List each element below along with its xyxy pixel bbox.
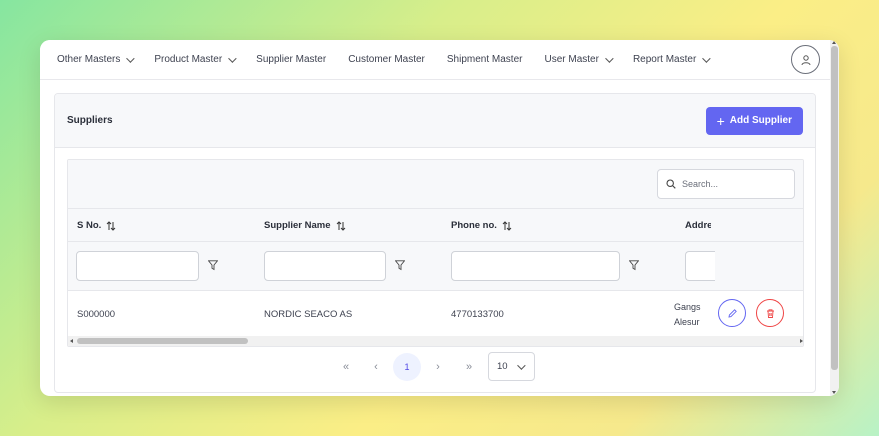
nav-user-master[interactable]: User Master: [544, 53, 614, 65]
table-row[interactable]: S000000 NORDIC SEACO AS 4770133700 Gangs…: [68, 291, 803, 336]
column-label: S No.: [77, 220, 102, 231]
top-navbar: Other Masters Product Master Supplier Ma…: [40, 40, 830, 80]
nav-report-master[interactable]: Report Master: [632, 53, 711, 65]
edit-button[interactable]: [718, 299, 746, 327]
add-supplier-button[interactable]: + Add Supplier: [705, 106, 803, 135]
sno-filter-input[interactable]: [76, 251, 199, 281]
card-header: Suppliers + Add Supplier: [55, 94, 815, 148]
sort-icon: [336, 220, 345, 231]
horizontal-scrollbar[interactable]: [68, 336, 803, 346]
table-header: S No. Supplier Name Phone no. Addre: [68, 209, 803, 242]
nav-shipment-master[interactable]: Shipment Master: [447, 54, 523, 65]
nav-item-label: Product Master: [154, 54, 223, 65]
plus-icon: +: [716, 112, 725, 129]
first-page-button[interactable]: «: [332, 353, 360, 381]
suppliers-table: Search... S No. Supplier Name Phone no. …: [67, 159, 804, 347]
sort-icon: [502, 220, 512, 231]
scroll-left-icon[interactable]: [70, 339, 73, 343]
scrollbar-thumb[interactable]: [77, 338, 248, 344]
nav-item-label: Other Masters: [57, 54, 121, 65]
search-placeholder: Search...: [682, 179, 719, 189]
rows-per-page-select[interactable]: 10: [488, 352, 535, 381]
address-line: Gangs: [674, 302, 701, 312]
nav-supplier-master[interactable]: Supplier Master: [256, 54, 326, 65]
nav-item-label: Shipment Master: [446, 54, 523, 65]
supplier-name-filter-input[interactable]: [264, 251, 386, 281]
vertical-scrollbar[interactable]: [830, 40, 839, 396]
last-page-button[interactable]: »: [455, 353, 483, 381]
cell-phone: 4770133700: [451, 309, 504, 320]
column-label: Supplier Name: [264, 220, 331, 231]
pagination: « ‹ 1 › » 10: [55, 352, 815, 382]
cell-sno: S000000: [77, 309, 116, 320]
chevron-down-icon: [702, 53, 711, 63]
nav-other-masters[interactable]: Other Masters: [57, 53, 136, 65]
page-title: Suppliers: [67, 115, 113, 126]
nav-product-master[interactable]: Product Master: [154, 53, 237, 65]
add-supplier-label: Add Supplier: [729, 115, 792, 126]
next-page-button[interactable]: ›: [424, 353, 452, 381]
chevron-down-icon: [605, 53, 614, 63]
scroll-right-icon[interactable]: [800, 339, 803, 343]
cell-address: Gangs Alesur: [674, 300, 702, 330]
nav-customer-master[interactable]: Customer Master: [348, 54, 425, 65]
trash-icon: [766, 308, 774, 318]
nav-item-label: Report Master: [632, 54, 697, 65]
filter-icon[interactable]: [208, 260, 218, 271]
delete-button[interactable]: [756, 299, 784, 327]
column-header-address[interactable]: Addre: [685, 209, 711, 242]
rows-per-page-value: 10: [497, 361, 508, 372]
suppliers-card: Suppliers + Add Supplier Search... S No.: [54, 93, 816, 393]
search-input[interactable]: Search...: [657, 169, 795, 199]
scroll-down-icon[interactable]: [832, 391, 836, 394]
filter-icon[interactable]: [395, 260, 405, 271]
prev-page-button[interactable]: ‹: [362, 353, 390, 381]
chevron-down-icon: [228, 53, 237, 63]
scroll-up-icon[interactable]: [832, 41, 836, 44]
address-filter-input[interactable]: [685, 251, 715, 281]
chevron-down-icon: [126, 53, 136, 63]
avatar-button[interactable]: [791, 45, 820, 74]
column-label: Addre: [685, 220, 711, 231]
sort-icon: [106, 220, 116, 231]
column-header-sno[interactable]: S No.: [77, 209, 116, 242]
column-header-supplier-name[interactable]: Supplier Name: [264, 209, 346, 242]
scrollbar-thumb[interactable]: [831, 46, 838, 370]
table-toolbar: Search...: [68, 160, 803, 209]
nav-item-label: User Master: [544, 54, 599, 65]
nav-item-label: Supplier Master: [256, 54, 327, 65]
address-line: Alesur: [674, 317, 700, 327]
phone-filter-input[interactable]: [451, 251, 620, 281]
page-button[interactable]: 1: [393, 353, 421, 381]
nav-item-label: Customer Master: [348, 54, 425, 65]
column-label: Phone no.: [451, 220, 497, 231]
search-icon: [666, 179, 676, 189]
chevron-down-icon: [516, 360, 526, 370]
pencil-icon: [727, 308, 737, 318]
app-window: Other Masters Product Master Supplier Ma…: [40, 40, 839, 396]
user-icon: [801, 54, 810, 65]
column-header-phone[interactable]: Phone no.: [451, 209, 512, 242]
filter-icon[interactable]: [629, 260, 639, 271]
cell-supplier-name: NORDIC SEACO AS: [264, 309, 353, 320]
filter-row: [68, 242, 803, 291]
